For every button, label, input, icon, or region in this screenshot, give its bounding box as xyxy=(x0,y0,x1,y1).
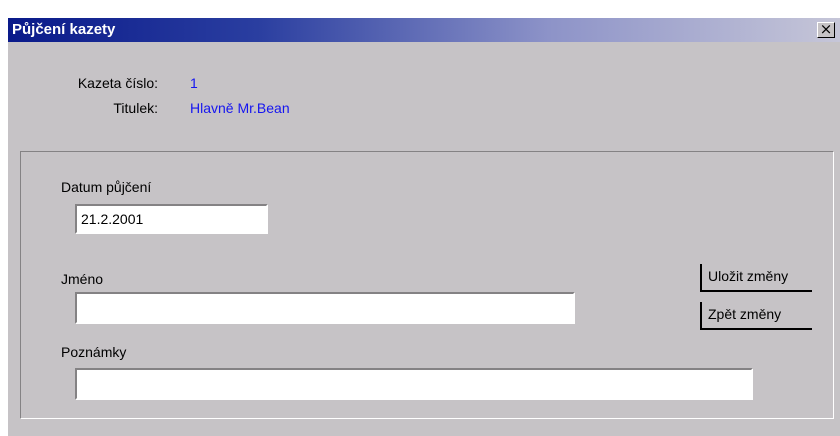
revert-changes-button[interactable]: Zpět změny xyxy=(700,302,812,330)
close-icon[interactable]: × xyxy=(817,22,835,38)
name-input[interactable] xyxy=(75,292,575,324)
notes-label: Poznámky xyxy=(61,344,127,360)
save-changes-label: Uložit změny xyxy=(708,268,789,284)
notes-input[interactable] xyxy=(75,368,753,400)
title-value: Hlavně Mr.Bean xyxy=(190,100,290,116)
title-bar: Půjčení kazety × xyxy=(8,18,840,42)
name-label: Jméno xyxy=(61,271,104,287)
window-title: Půjčení kazety xyxy=(12,21,116,38)
cassette-number-value: 1 xyxy=(190,75,198,91)
save-changes-button[interactable]: Uložit změny xyxy=(700,264,812,292)
rental-form-panel: Datum půjčení Jméno Poznámky Uložit změn… xyxy=(20,151,834,419)
date-input[interactable] xyxy=(75,204,268,234)
date-label: Datum půjčení xyxy=(61,179,152,195)
rental-dialog: Půjčení kazety × Kazeta číslo: 1 Titulek… xyxy=(8,18,840,436)
cassette-number-label: Kazeta číslo: xyxy=(77,75,158,91)
title-label: Titulek: xyxy=(113,100,158,116)
revert-changes-label: Zpět změny xyxy=(708,306,782,322)
